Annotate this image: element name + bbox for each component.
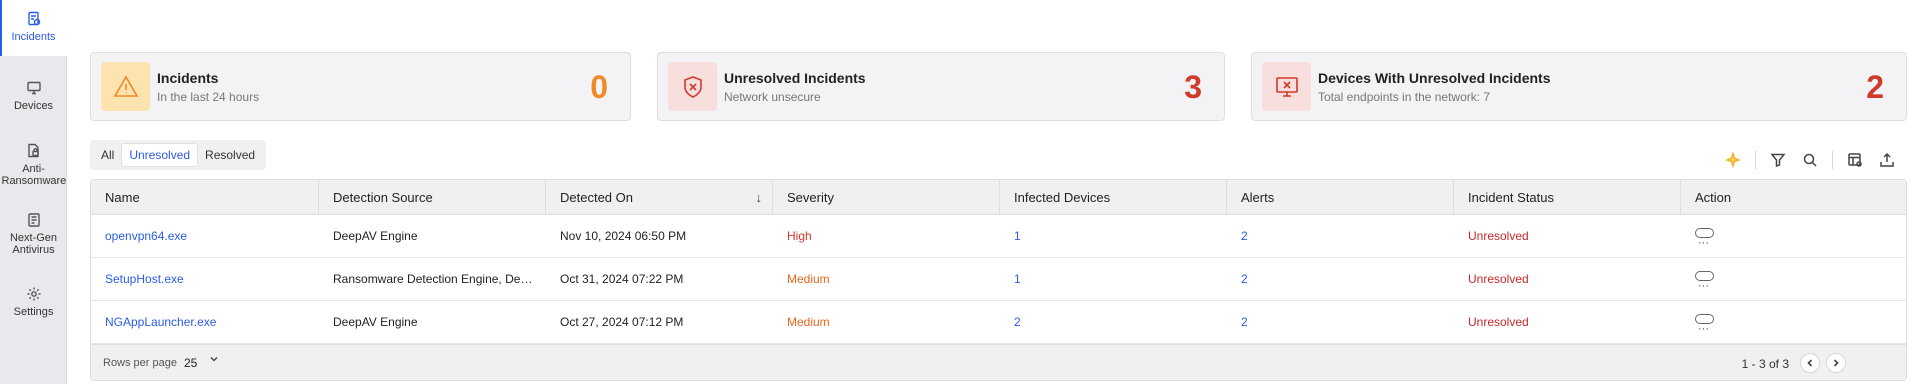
sidebar-item-next-gen-antivirus[interactable]: Next-Gen Antivirus (0, 212, 67, 264)
incident-name-link[interactable]: SetupHost.exe (91, 258, 319, 301)
detection-source: Ransomware Detection Engine, DeepAV Engi… (333, 272, 534, 286)
sidebar-item-settings[interactable]: Settings (0, 286, 67, 330)
search-icon[interactable] (1800, 150, 1820, 170)
alerts-link[interactable]: 2 (1227, 215, 1454, 258)
monitor-x-icon-box (1262, 62, 1311, 111)
card-count: 0 (590, 69, 608, 105)
rows-per-page-label: Rows per page (103, 357, 177, 369)
alerts-link[interactable]: 2 (1227, 258, 1454, 301)
warning-icon-box (101, 62, 150, 111)
card-title: Devices With Unresolved Incidents (1318, 70, 1551, 86)
severity: Medium (787, 315, 830, 329)
column-header-detection-source[interactable]: Detection Source (319, 180, 546, 215)
tab-all[interactable]: All (94, 144, 121, 166)
action-cell (1681, 301, 1906, 344)
tab-unresolved[interactable]: Unresolved (121, 143, 199, 167)
file-lock-icon (27, 143, 39, 158)
column-header-incident-status[interactable]: Incident Status (1454, 180, 1681, 215)
incident-filter-tabs: All Unresolved Resolved (90, 140, 267, 170)
incident-status: Unresolved (1468, 272, 1529, 286)
table-header: Name Detection Source Detected On ↓ Seve… (91, 180, 1906, 215)
unresolved-incidents-card: Unresolved Incidents Network unsecure 3 (657, 52, 1225, 121)
table-row[interactable]: SetupHost.exe Ransomware Detection Engin… (91, 258, 1906, 301)
column-header-label: Detected On (560, 190, 633, 205)
severity: Medium (787, 272, 830, 286)
detection-source: DeepAV Engine (333, 229, 418, 243)
sidebar-item-label: Settings (13, 306, 54, 318)
incident-name-link[interactable]: openvpn64.exe (91, 215, 319, 258)
sparkle-icon[interactable] (1723, 150, 1743, 170)
action-cell (1681, 258, 1906, 301)
sidebar: Incidents Devices Anti-Ransomware Next-G… (0, 0, 67, 384)
table-row[interactable]: NGAppLauncher.exe DeepAV Engine Oct 27, … (91, 301, 1906, 344)
action-cell (1681, 215, 1906, 258)
table-footer: Rows per page 25 1 - 3 of 3 (91, 344, 1906, 380)
table-toolbar (1711, 150, 1897, 170)
more-actions-icon[interactable] (1695, 265, 1714, 301)
sidebar-item-label: Devices (13, 100, 54, 112)
incident-status: Unresolved (1468, 229, 1529, 243)
column-header-infected-devices[interactable]: Infected Devices (1000, 180, 1227, 215)
app-root: Incidents Devices Anti-Ransomware Next-G… (0, 0, 1919, 384)
column-header-action: Action (1695, 190, 1732, 205)
table-row[interactable]: openvpn64.exe DeepAV Engine Nov 10, 2024… (91, 215, 1906, 258)
sort-descending-icon[interactable]: ↓ (756, 180, 763, 215)
card-count: 3 (1184, 69, 1202, 105)
sidebar-item-label: Anti-Ransomware (1, 163, 67, 187)
more-actions-icon[interactable] (1695, 222, 1714, 258)
infected-devices-link[interactable]: 1 (1000, 258, 1227, 301)
card-subtitle: In the last 24 hours (157, 90, 260, 104)
rows-per-page-select[interactable]: 25 (184, 356, 197, 370)
column-header-detected-on[interactable]: Detected On ↓ (546, 180, 773, 215)
shield-x-icon-box (668, 62, 717, 111)
antivirus-icon (27, 213, 40, 227)
toolbar-divider (1755, 151, 1756, 169)
card-title: Incidents (157, 70, 219, 86)
next-page-button[interactable] (1826, 353, 1846, 373)
previous-page-button[interactable] (1800, 353, 1820, 373)
chevron-down-icon[interactable] (209, 354, 219, 367)
incident-status: Unresolved (1468, 315, 1529, 329)
pagination-range: 1 - 3 of 3 (1741, 357, 1789, 371)
sidebar-item-label: Next-Gen Antivirus (9, 232, 58, 256)
monitor-icon (26, 81, 41, 95)
incidents-icon (27, 11, 40, 26)
card-title: Unresolved Incidents (724, 70, 866, 86)
chevron-left-icon (1807, 359, 1813, 367)
filter-icon[interactable] (1768, 150, 1788, 170)
card-count: 2 (1866, 69, 1884, 105)
sidebar-item-devices[interactable]: Devices (0, 80, 67, 124)
more-actions-icon[interactable] (1695, 308, 1714, 344)
shield-x-icon (683, 75, 702, 98)
infected-devices-link[interactable]: 2 (1000, 301, 1227, 344)
incidents-table: Name Detection Source Detected On ↓ Seve… (90, 179, 1907, 381)
alerts-link[interactable]: 2 (1227, 301, 1454, 344)
detected-on: Nov 10, 2024 06:50 PM (560, 229, 687, 243)
tab-resolved[interactable]: Resolved (198, 144, 262, 166)
incident-name-link[interactable]: NGAppLauncher.exe (91, 301, 319, 344)
detected-on: Oct 31, 2024 07:22 PM (560, 272, 684, 286)
warning-icon (113, 74, 138, 97)
sidebar-item-label: Incidents (11, 31, 56, 43)
column-header-severity[interactable]: Severity (773, 180, 1000, 215)
toolbar-divider (1832, 151, 1833, 169)
gear-icon (27, 287, 40, 301)
column-header-alerts[interactable]: Alerts (1227, 180, 1454, 215)
sidebar-item-incidents[interactable]: Incidents (0, 0, 67, 56)
incidents-card: Incidents In the last 24 hours 0 (90, 52, 631, 121)
chevron-right-icon (1833, 359, 1839, 367)
infected-devices-link[interactable]: 1 (1000, 215, 1227, 258)
detection-source: DeepAV Engine (333, 315, 418, 329)
devices-unresolved-card: Devices With Unresolved Incidents Total … (1251, 52, 1907, 121)
columns-settings-icon[interactable] (1845, 150, 1865, 170)
card-subtitle: Total endpoints in the network: 7 (1318, 90, 1491, 104)
sidebar-item-anti-ransomware[interactable]: Anti-Ransomware (0, 143, 67, 195)
severity: High (787, 229, 812, 243)
export-icon[interactable] (1877, 150, 1897, 170)
card-subtitle: Network unsecure (724, 90, 821, 104)
column-header-name[interactable]: Name (91, 180, 319, 215)
monitor-x-icon (1275, 76, 1298, 97)
detected-on: Oct 27, 2024 07:12 PM (560, 315, 684, 329)
